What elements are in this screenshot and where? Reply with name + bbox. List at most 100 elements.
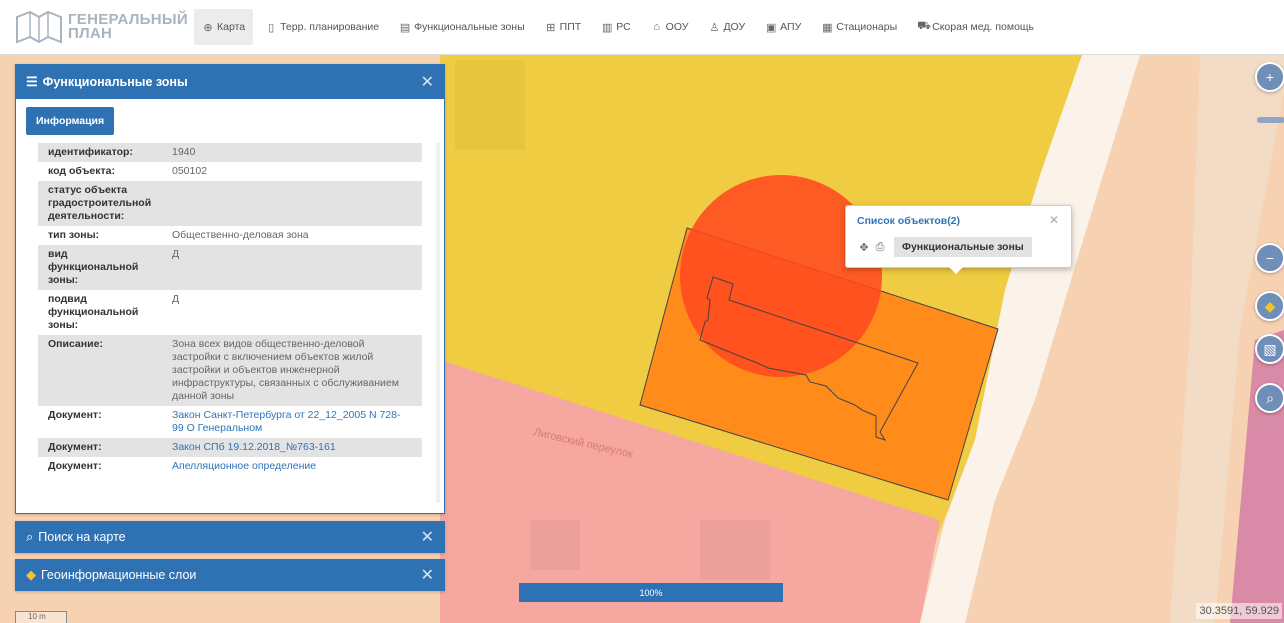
property-row: тип зоны: Общественно-деловая зона — [38, 226, 422, 245]
property-value: Закон Санкт-Петербурга от 22_12_2005 N 7… — [162, 406, 422, 438]
geo-layers-panel[interactable]: ◆ Геоинформационные слои ✕ — [15, 559, 445, 591]
building-block — [700, 520, 770, 580]
nav-item-apu[interactable]: ▣ АПУ — [757, 9, 809, 45]
nav-item-map[interactable]: ⊕ Карта — [194, 9, 254, 45]
property-key: Документ: — [48, 441, 102, 453]
zoom-slider[interactable] — [1257, 117, 1284, 123]
property-row: статус объекта градостроительной деятель… — [38, 181, 422, 226]
document-icon: ▯ — [268, 21, 275, 34]
kindergarten-icon: ♙ — [709, 21, 720, 34]
property-key: код объекта: — [48, 165, 115, 177]
property-value — [162, 181, 422, 226]
menu-icon: ☰ — [26, 74, 38, 89]
search-panel[interactable]: ⌕ Поиск на карте ✕ — [15, 521, 445, 553]
functional-zones-panel: ☰ Функциональные зоны ✕ Информация идент… — [15, 64, 445, 514]
property-key: Документ: — [48, 409, 102, 421]
nav-label: Функциональные зоны — [414, 21, 525, 33]
nav-label: Стационары — [836, 21, 898, 33]
close-icon[interactable]: ✕ — [1049, 213, 1059, 227]
plus-icon: + — [1265, 69, 1275, 85]
coordinates-readout: 30.3591, 59.929 — [1196, 603, 1282, 619]
search-button[interactable]: ⌕ — [1255, 383, 1284, 413]
minus-icon: − — [1265, 250, 1275, 266]
property-value: 050102 — [172, 165, 208, 177]
panel-title: Поиск на карте — [38, 530, 126, 544]
layers-icon: ◆ — [26, 567, 36, 582]
measure-button[interactable]: ▧ — [1255, 334, 1284, 364]
property-key: статус объекта градостроительной деятель… — [48, 184, 152, 222]
nav-item-hospitals[interactable]: ▦ Стационары — [813, 9, 905, 45]
image-icon: ▣ — [765, 21, 777, 34]
nav-label: ООУ — [665, 21, 689, 33]
zoom-out-button[interactable]: − — [1255, 243, 1284, 273]
logo[interactable]: ГЕНЕРАЛЬНЫЙ ПЛАН — [14, 5, 194, 49]
nav-item-dou[interactable]: ♙ ДОУ — [700, 9, 753, 45]
nav-label: Карта — [217, 21, 246, 33]
document-link[interactable]: Апелляционное определение — [172, 460, 316, 472]
print-icon[interactable]: ⎙ — [872, 241, 888, 254]
top-navigation: ГЕНЕРАЛЬНЫЙ ПЛАН ⊕ Карта ▯ Терр. планирова… — [0, 0, 1284, 55]
nav-item-oou[interactable]: ⌂ ООУ — [643, 9, 697, 45]
nav-item-territorial-planning[interactable]: ▯ Терр. планирование — [257, 9, 387, 45]
move-icon[interactable]: ✥ — [856, 241, 872, 254]
property-key: Описание: — [48, 338, 103, 350]
building-block — [455, 60, 525, 150]
objects-list-popup: Список объектов(2) ✕ ✥ ⎙ Функциональные … — [845, 205, 1072, 274]
nav-label: Скорая мед. помощь — [932, 21, 1035, 33]
close-icon[interactable]: ✕ — [421, 72, 434, 92]
nav-label: ППТ — [559, 21, 582, 33]
nav-item-functional-zones[interactable]: ▤ Функциональные зоны — [391, 9, 533, 45]
nav-item-ppt[interactable]: ⊞ ППТ — [537, 9, 590, 45]
map-logo-icon — [16, 10, 62, 44]
panel-title: Геоинформационные слои — [41, 568, 197, 582]
measure-icon: ▧ — [1263, 340, 1277, 357]
property-row: код объекта: 050102 — [38, 162, 422, 181]
property-value: Общественно-деловая зона — [172, 229, 309, 241]
property-value: Д — [172, 248, 180, 260]
property-value: Зона всех видов общественно-деловой заст… — [172, 338, 399, 402]
panel-header: ⌕ Поиск на карте ✕ — [16, 522, 444, 552]
property-key: Документ: — [48, 460, 102, 472]
property-row: Документ: Закон СПб 19.12.2018_№763-161 — [38, 438, 422, 457]
property-row: подвид функциональной зоны: Д — [38, 290, 422, 335]
globe-icon: ⊕ — [203, 21, 213, 34]
property-key: тип зоны: — [48, 229, 100, 241]
layers-button[interactable]: ◆ — [1255, 291, 1284, 321]
nav-item-ambulance[interactable]: ⛟ Скорая мед. помощь — [909, 9, 1042, 45]
panel-header: ☰ Функциональные зоны ✕ — [16, 65, 444, 99]
layout-icon: ▤ — [399, 21, 411, 34]
grid-icon: ⊞ — [546, 21, 556, 34]
popup-item-functional-zones[interactable]: Функциональные зоны — [894, 237, 1032, 257]
popup-title: Список объектов(2) — [857, 215, 961, 227]
hospital-icon: ▦ — [822, 21, 833, 34]
zoom-in-button[interactable]: + — [1255, 62, 1284, 92]
close-icon[interactable]: ✕ — [421, 565, 434, 585]
layers-icon: ◆ — [1264, 297, 1276, 314]
search-icon: ⌕ — [26, 529, 34, 544]
nav-label: Терр. планирование — [280, 21, 380, 33]
property-value: Д — [172, 293, 180, 305]
nav-label: ДОУ — [723, 21, 746, 33]
popup-row: ✥ ⎙ Функциональные зоны — [856, 237, 1032, 257]
property-row: Описание: Зона всех видов общественно-дел… — [38, 335, 422, 406]
nav-label: РС — [616, 21, 631, 33]
book-icon: ▥ — [601, 21, 613, 34]
nav-item-rs[interactable]: ▥ РС — [593, 9, 638, 45]
search-icon: ⌕ — [1266, 389, 1274, 406]
property-key: вид функциональной зоны: — [48, 248, 139, 286]
building-block — [530, 520, 580, 570]
tab-information[interactable]: Информация — [26, 107, 115, 135]
close-icon[interactable]: ✕ — [421, 527, 434, 547]
properties-table: идентификатор: 1940 код объекта: 050102 стат… — [38, 143, 422, 476]
school-icon: ⌂ — [653, 21, 660, 33]
document-link[interactable]: Закон Санкт-Петербурга от 22_12_2005 N 7… — [172, 409, 401, 434]
property-row: Документ: Апелляционное определение — [38, 457, 422, 476]
document-link[interactable]: Закон СПб 19.12.2018_№763-161 — [172, 441, 336, 453]
loading-progress-bar: 100% — [519, 583, 783, 602]
scrollbar[interactable] — [436, 143, 440, 503]
property-row: вид функциональной зоны: Д — [38, 245, 422, 290]
panel-header: ◆ Геоинформационные слои ✕ — [16, 560, 444, 590]
nav-label: АПУ — [780, 21, 802, 33]
property-key: идентификатор: — [48, 146, 133, 158]
property-row: Документ: Закон Санкт-Петербурга от 22_12… — [38, 406, 422, 438]
